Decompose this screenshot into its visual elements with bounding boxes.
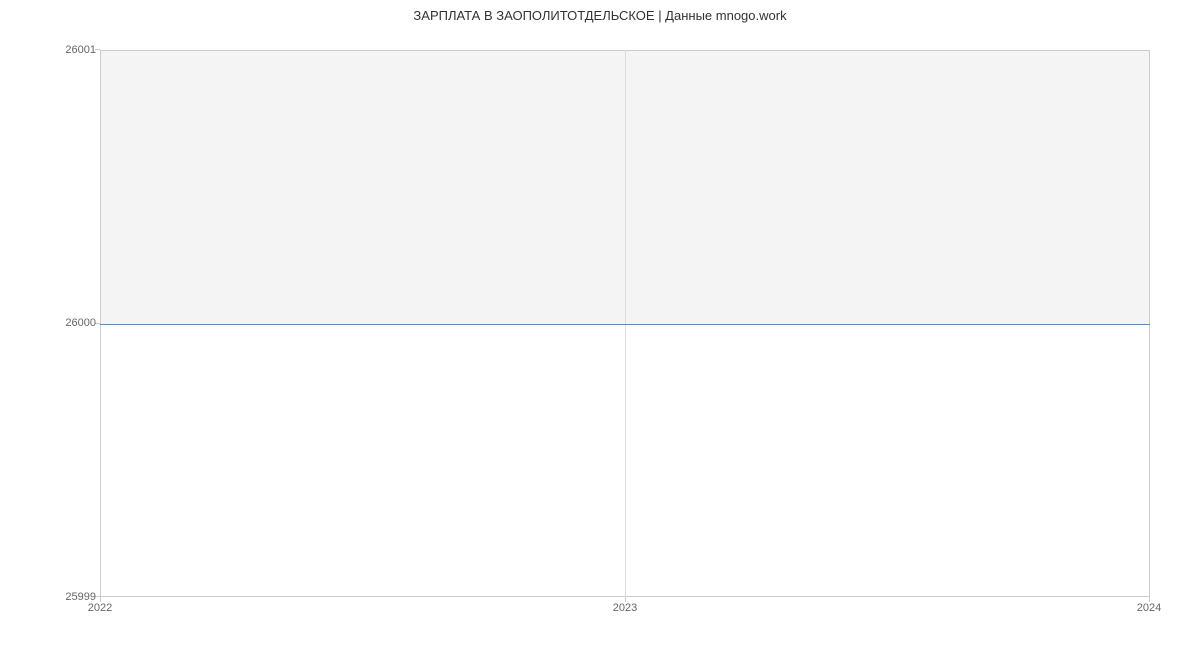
plot-area (100, 50, 1150, 597)
y-tick-label: 26000 (65, 317, 96, 329)
y-tick-label: 26001 (65, 44, 96, 56)
x-tick-label: 2024 (1137, 602, 1161, 614)
data-line (100, 324, 1150, 325)
x-tick-label: 2022 (88, 602, 112, 614)
x-tick-label: 2023 (613, 602, 637, 614)
chart-container: ЗАРПЛАТА В ЗАОПОЛИТОТДЕЛЬСКОЕ | Данные m… (0, 0, 1200, 650)
chart-title: ЗАРПЛАТА В ЗАОПОЛИТОТДЕЛЬСКОЕ | Данные m… (0, 8, 1200, 23)
